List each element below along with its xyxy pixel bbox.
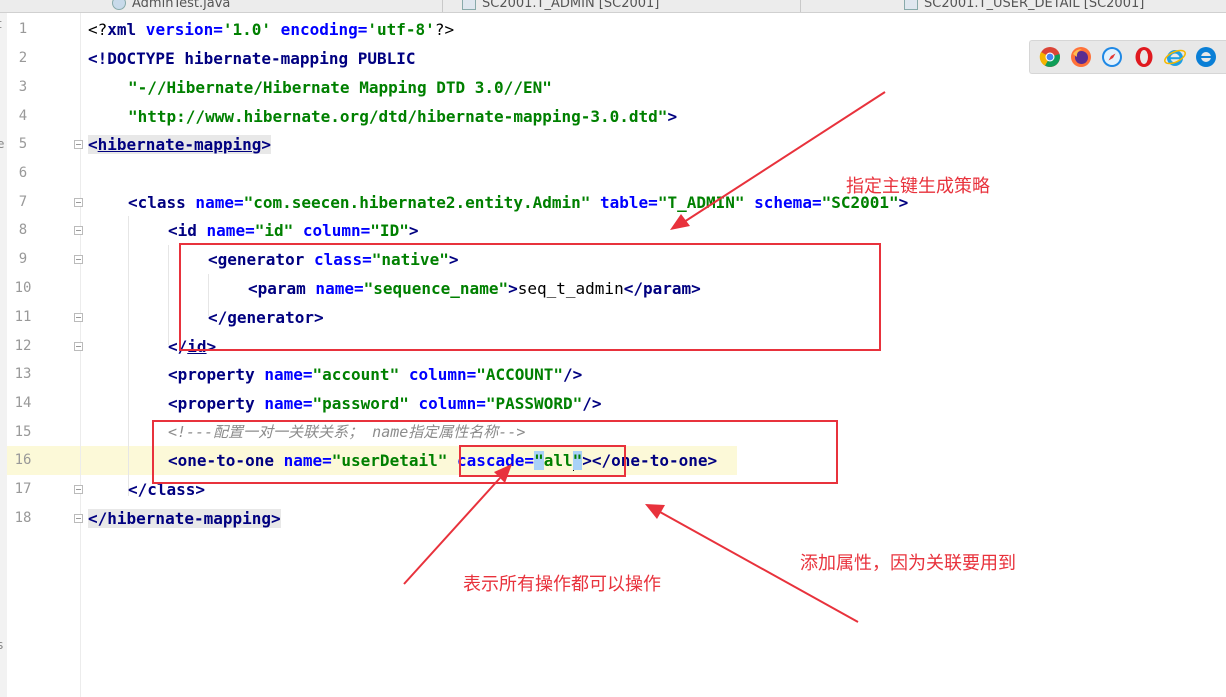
arrow-line (403, 477, 501, 585)
generator-annotation: 指定主键生成策略 (846, 176, 990, 197)
arrow-head (645, 504, 665, 519)
cascade-annotation: 表示所有操作都可以操作 (463, 574, 661, 595)
arrow-head (494, 464, 512, 483)
arrow-line (683, 91, 886, 223)
property-annotation: 添加属性，因为关联要用到 (800, 553, 1016, 574)
arrow-head (670, 214, 690, 230)
